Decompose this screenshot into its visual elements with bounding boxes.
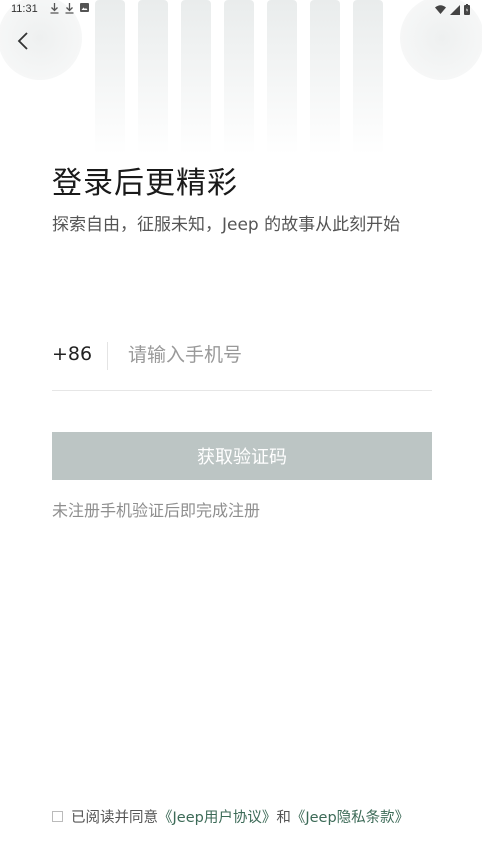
phone-input-row: +86 — [52, 336, 432, 391]
page-title: 登录后更精彩 — [52, 166, 238, 201]
user-agreement-link[interactable]: 《Jeep用户协议》 — [158, 806, 276, 827]
divider — [107, 342, 108, 370]
agreement-checkbox[interactable] — [52, 811, 63, 822]
agreement-row: 已阅读并同意 《Jeep用户协议》 和 《Jeep隐私条款》 — [52, 806, 409, 827]
cellular-signal-icon — [450, 4, 460, 15]
page-subtitle: 探索自由，征服未知，Jeep 的故事从此刻开始 — [52, 215, 401, 235]
agreement-conjunction: 和 — [276, 810, 291, 826]
wifi-icon — [435, 5, 446, 14]
get-code-button[interactable]: 获取验证码 — [52, 432, 432, 480]
header-decoration — [0, 0, 482, 160]
status-time: 11:31 — [11, 3, 38, 15]
register-hint: 未注册手机验证后即完成注册 — [52, 501, 261, 520]
phone-input[interactable] — [128, 338, 424, 372]
agreement-prefix: 已阅读并同意 — [71, 810, 158, 826]
privacy-policy-link[interactable]: 《Jeep隐私条款》 — [291, 806, 409, 827]
status-bar: 11:31 — [0, 0, 482, 20]
back-button[interactable] — [8, 26, 38, 56]
battery-icon — [464, 4, 470, 15]
photo-icon — [80, 3, 89, 12]
download-icon — [50, 3, 59, 14]
country-code[interactable]: +86 — [52, 343, 92, 365]
chevron-left-icon — [17, 32, 28, 50]
download-icon — [65, 3, 74, 14]
